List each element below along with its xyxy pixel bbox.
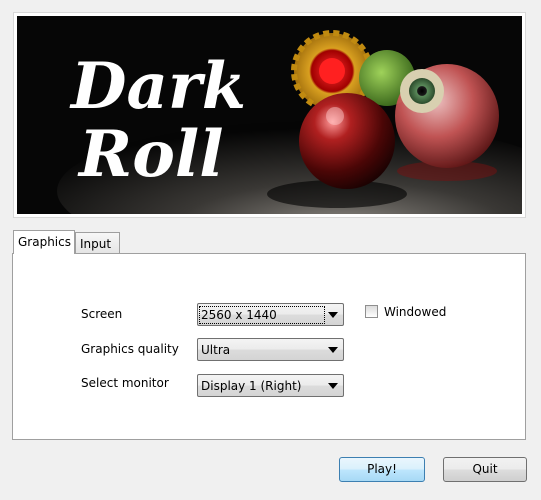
screen-resolution-value: 2560 x 1440 [199,306,325,324]
logo-line-1: Dark [69,49,246,124]
monitor-value: Display 1 (Right) [201,379,302,393]
logo-line-2: Roll [77,117,224,192]
screen-resolution-select[interactable]: 2560 x 1440 [197,303,344,326]
chevron-down-icon [328,347,338,353]
tab-input[interactable]: Input [75,232,120,254]
graphics-quality-select[interactable]: Ultra [197,338,344,361]
chevron-down-icon [328,383,338,389]
chevron-down-icon [328,312,338,318]
play-button[interactable]: Play! [339,457,425,482]
windowed-label[interactable]: Windowed [384,305,446,319]
logo: Dark Roll [69,49,246,192]
graphics-quality-value: Ultra [201,343,231,357]
game-banner: Dark Roll [17,16,522,214]
banner-frame: Dark Roll [13,12,526,218]
monitor-select[interactable]: Display 1 (Right) [197,374,344,397]
screen-label: Screen [81,307,123,321]
windowed-checkbox[interactable] [365,305,378,318]
tab-graphics[interactable]: Graphics [13,230,75,254]
select-monitor-label: Select monitor [81,376,169,390]
quit-button[interactable]: Quit [443,457,527,482]
graphics-quality-label: Graphics quality [81,342,179,356]
banner-art: Dark Roll [17,16,522,214]
